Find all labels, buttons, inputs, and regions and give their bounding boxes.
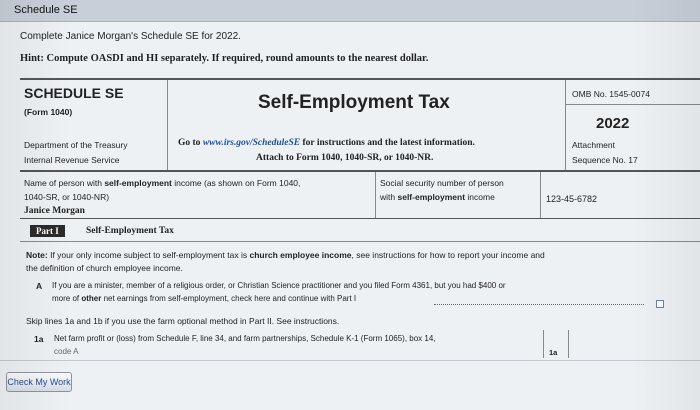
name-label-bold: self-employment (104, 178, 172, 188)
omb-number: OMB No. 1545-0074 (572, 89, 650, 99)
line1a-box-divider (543, 330, 544, 358)
attach-instruction: Attach to Form 1040, 1040-SR, or 1040-NR… (256, 153, 434, 163)
line1a-text2: code A (54, 347, 79, 356)
lineA-leader-dots (434, 304, 644, 305)
name-label-line1: Name of person with self-employment inco… (24, 178, 300, 188)
instruction-text: Complete Janice Morgan's Schedule SE for… (20, 31, 241, 42)
line1a-box-label: 1a (549, 348, 558, 357)
name-label-post: income (as shown on Form 1040, (171, 178, 301, 188)
name-label-pre: Name of person with (24, 178, 105, 188)
lineA-text2: more of other net earnings from self-emp… (52, 294, 356, 303)
part1-top-rule (20, 218, 700, 219)
header-divider-right (565, 80, 566, 170)
window-title: Schedule SE (14, 4, 78, 16)
note-post: , see instructions for how to report you… (351, 250, 545, 260)
form-name: SCHEDULE SE (24, 85, 124, 101)
part1-title: Self-Employment Tax (86, 226, 174, 236)
ssn-label-post: income (465, 192, 495, 202)
form-ref: (Form 1040) (24, 107, 73, 117)
note-line1: Note: If your only income subject to sel… (26, 250, 545, 260)
skip-instruction: Skip lines 1a and 1b if you use the farm… (26, 316, 340, 326)
lineA-text1: If you are a minister, member of a relig… (52, 281, 506, 290)
ssn-label-bold: self-employment (397, 192, 466, 202)
ssn-label-line2: with self-employment income (380, 192, 495, 202)
ssn-label-pre: with (380, 192, 398, 202)
line1a-amount-divider (568, 330, 569, 358)
goto-prefix: Go to (178, 138, 201, 148)
dept-treasury: Department of the Treasury (24, 140, 128, 150)
problem-page: Complete Janice Morgan's Schedule SE for… (0, 22, 700, 410)
name-label-line2: 1040-SR, or 1040-NR) (24, 192, 110, 202)
ssn-value: 123-45-6782 (546, 194, 598, 204)
lineA-bold: other (81, 294, 102, 303)
sequence-number: Sequence No. 17 (572, 155, 638, 165)
form-top-rule (20, 78, 700, 80)
part1-title-rule (20, 241, 700, 242)
note-bold: church employee income (249, 250, 352, 260)
lineA-pre: more of (52, 294, 82, 303)
hint-text: Hint: Compute OASDI and HI separately. I… (20, 53, 429, 64)
irs-label: Internal Revenue Service (24, 155, 120, 165)
goto-suffix: for instructions and the latest informat… (302, 138, 475, 148)
header-divider-left (167, 80, 168, 170)
part1-tag: Part I (30, 225, 65, 237)
lineA-post: net earnings from self-employment, check… (101, 294, 357, 303)
schedule-se-link[interactable]: www.irs.gov/ScheduleSE (203, 138, 300, 148)
taxpayer-name: Janice Morgan (24, 206, 85, 216)
note-line2: the definition of church employee income… (26, 263, 183, 273)
ssn-label-line1: Social security number of person (380, 178, 504, 188)
form-title: Self-Employment Tax (258, 92, 450, 113)
footer-rule (0, 360, 700, 361)
note-label: Note: (26, 250, 48, 260)
lineA-label: A (36, 281, 43, 291)
line1a-label: 1a (34, 334, 44, 344)
note-pre: If your only income subject to self-empl… (47, 250, 250, 260)
window-titlebar: Schedule SE (0, 0, 700, 22)
tax-year: 2022 (596, 115, 630, 132)
ssn-value-divider (540, 172, 541, 218)
header-bottom-rule (20, 170, 700, 172)
line1a-text: Net farm profit or (loss) from Schedule … (54, 334, 436, 343)
check-my-work-button[interactable]: Check My Work (6, 372, 72, 392)
omb-rule (565, 104, 700, 105)
lineA-checkbox[interactable] (656, 300, 664, 308)
goto-instructions: Go to www.irs.gov/ScheduleSE for instruc… (178, 138, 475, 148)
attachment-label: Attachment (572, 140, 615, 150)
ssn-divider (375, 172, 376, 218)
